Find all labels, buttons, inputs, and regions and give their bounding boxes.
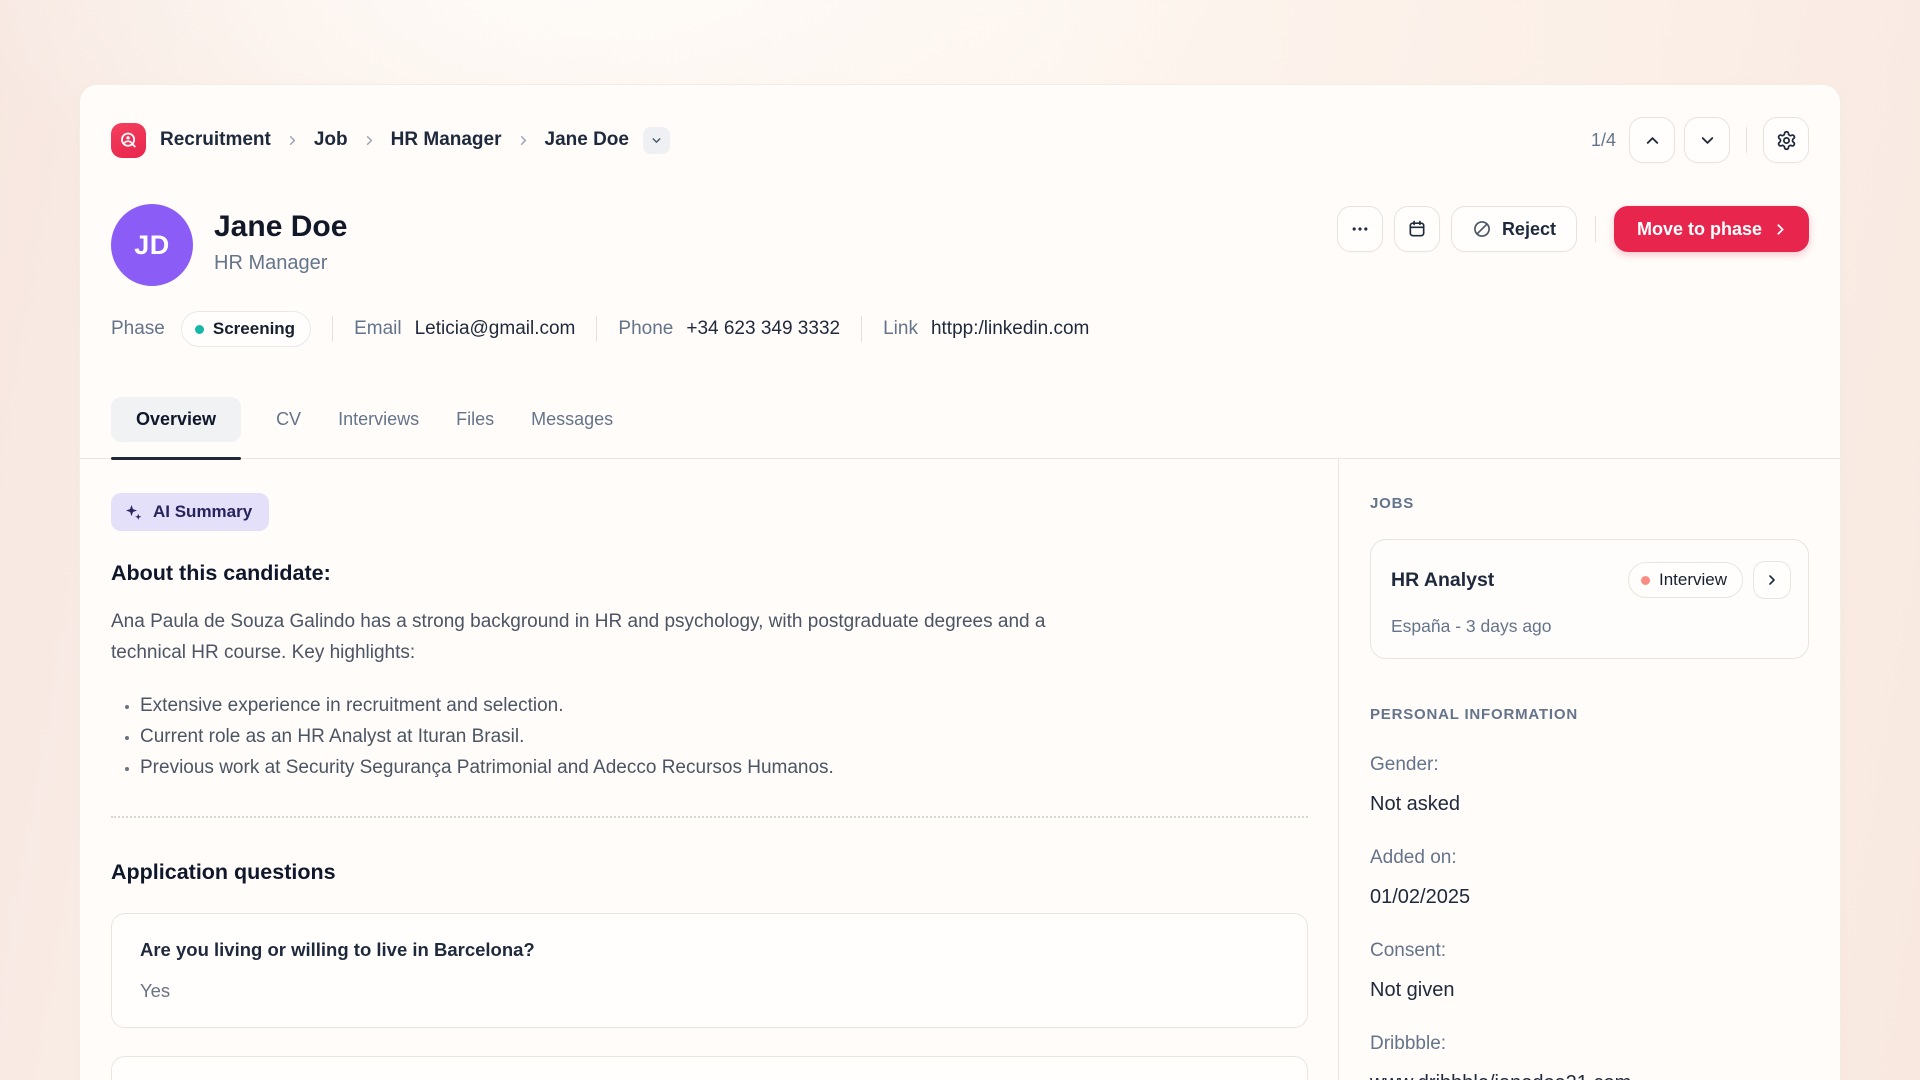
schedule-button[interactable] <box>1394 206 1440 252</box>
phase-label: Phase <box>111 318 165 340</box>
breadcrumb: Recruitment Job HR Manager Jane Doe <box>111 123 670 158</box>
divider <box>1595 216 1596 242</box>
divider <box>861 316 862 342</box>
about-heading: About this candidate: <box>111 561 1308 586</box>
chevron-right-icon <box>516 133 531 148</box>
reject-label: Reject <box>1502 219 1556 240</box>
next-candidate-button[interactable] <box>1684 117 1730 163</box>
highlight-item: Extensive experience in recruitment and … <box>140 690 1308 721</box>
candidate-role: HR Manager <box>214 252 347 275</box>
question-card: Are you living or willing to live in Bar… <box>111 913 1308 1028</box>
tab-messages[interactable]: Messages <box>529 397 615 442</box>
highlights-list: Extensive experience in recruitment and … <box>111 690 1308 783</box>
dashed-divider <box>111 816 1308 818</box>
candidate-header: JD Jane Doe HR Manager Reject <box>80 204 1840 286</box>
chevron-right-icon <box>362 133 377 148</box>
tab-files[interactable]: Files <box>454 397 496 442</box>
reject-button[interactable]: Reject <box>1451 206 1577 252</box>
highlight-item: Current role as an HR Analyst at Ituran … <box>140 721 1308 752</box>
ban-icon <box>1472 219 1492 239</box>
calendar-icon <box>1407 219 1427 239</box>
ellipsis-icon <box>1350 219 1370 239</box>
answer-text: Yes <box>140 980 1279 1002</box>
chevron-up-icon <box>1643 131 1662 150</box>
question-card: What are your salary expectations? <box>111 1056 1308 1080</box>
chevron-down-icon <box>1698 131 1717 150</box>
chevron-right-icon <box>285 133 300 148</box>
chevron-right-icon <box>1764 572 1780 588</box>
link-label: Link <box>883 318 918 340</box>
candidate-name: Jane Doe <box>214 210 347 244</box>
tab-bar: Overview CV Interviews Files Messages <box>80 397 1840 459</box>
chevron-down-icon <box>650 134 663 147</box>
panel-body: AI Summary About this candidate: Ana Pau… <box>80 459 1840 1080</box>
field-consent: Consent: Not given <box>1370 940 1809 1002</box>
ai-summary-label: AI Summary <box>153 502 252 522</box>
pager-position: 1/4 <box>1591 130 1616 151</box>
divider <box>596 316 597 342</box>
phase-dot <box>195 325 204 334</box>
job-title: HR Analyst <box>1391 569 1628 592</box>
phase-value: Screening <box>213 319 295 339</box>
personal-information-heading: PERSONAL INFORMATION <box>1370 706 1809 723</box>
tab-overview[interactable]: Overview <box>111 397 241 442</box>
gear-icon <box>1776 130 1797 151</box>
phone-label: Phone <box>618 318 673 340</box>
breadcrumb-recruitment[interactable]: Recruitment <box>160 129 271 151</box>
move-to-phase-button[interactable]: Move to phase <box>1614 206 1809 252</box>
contact-info-row: Phase Screening Email Leticia@gmail.com … <box>80 311 1840 347</box>
phase-badge[interactable]: Screening <box>181 311 311 347</box>
job-meta: España - 3 days ago <box>1391 616 1791 637</box>
breadcrumb-hr-manager[interactable]: HR Manager <box>391 129 502 151</box>
details-sidebar: JOBS HR Analyst Interview España - 3 day… <box>1338 459 1840 1080</box>
question-text: Are you living or willing to live in Bar… <box>140 939 1279 961</box>
field-gender: Gender: Not asked <box>1370 754 1809 816</box>
candidate-switcher-button[interactable] <box>643 127 670 154</box>
candidate-panel: Recruitment Job HR Manager Jane Doe 1/4 <box>79 84 1841 1080</box>
divider <box>1746 127 1747 153</box>
overview-main: AI Summary About this candidate: Ana Pau… <box>80 459 1338 1080</box>
field-dribbble: Dribbble: www.dribbble/janedoe21.com <box>1370 1033 1809 1080</box>
breadcrumb-job[interactable]: Job <box>314 129 348 151</box>
move-to-phase-label: Move to phase <box>1637 219 1762 240</box>
about-text: Ana Paula de Souza Galindo has a strong … <box>111 606 1061 668</box>
job-card[interactable]: HR Analyst Interview España - 3 days ago <box>1370 539 1809 659</box>
more-options-button[interactable] <box>1337 206 1383 252</box>
email-value[interactable]: Leticia@gmail.com <box>415 318 576 340</box>
divider <box>332 316 333 342</box>
settings-button[interactable] <box>1763 117 1809 163</box>
highlight-item: Previous work at Security Segurança Patr… <box>140 752 1308 783</box>
breadcrumb-candidate[interactable]: Jane Doe <box>545 129 629 151</box>
field-added-on: Added on: 01/02/2025 <box>1370 847 1809 909</box>
app-logo[interactable] <box>111 123 146 158</box>
topbar: Recruitment Job HR Manager Jane Doe 1/4 <box>80 85 1840 163</box>
previous-candidate-button[interactable] <box>1629 117 1675 163</box>
application-questions-heading: Application questions <box>111 860 1308 885</box>
page: Recruitment Job HR Manager Jane Doe 1/4 <box>0 0 1920 1080</box>
phone-value[interactable]: +34 623 349 3332 <box>686 318 840 340</box>
job-status-badge: Interview <box>1628 562 1743 598</box>
link-value[interactable]: httpp:/linkedin.com <box>931 318 1089 340</box>
jobs-heading: JOBS <box>1370 495 1414 512</box>
status-dot <box>1641 576 1650 585</box>
job-status: Interview <box>1659 570 1727 590</box>
tab-cv[interactable]: CV <box>274 397 303 442</box>
avatar: JD <box>111 204 193 286</box>
sparkles-icon <box>124 503 143 522</box>
person-search-icon <box>118 130 139 151</box>
chevron-right-icon <box>1772 221 1789 238</box>
open-job-button[interactable] <box>1753 561 1791 599</box>
candidate-identity: JD Jane Doe HR Manager <box>111 204 347 286</box>
tab-interviews[interactable]: Interviews <box>336 397 421 442</box>
header-actions: Reject Move to phase <box>1337 206 1809 252</box>
email-label: Email <box>354 318 402 340</box>
pager: 1/4 <box>1591 117 1809 163</box>
ai-summary-badge[interactable]: AI Summary <box>111 493 269 531</box>
